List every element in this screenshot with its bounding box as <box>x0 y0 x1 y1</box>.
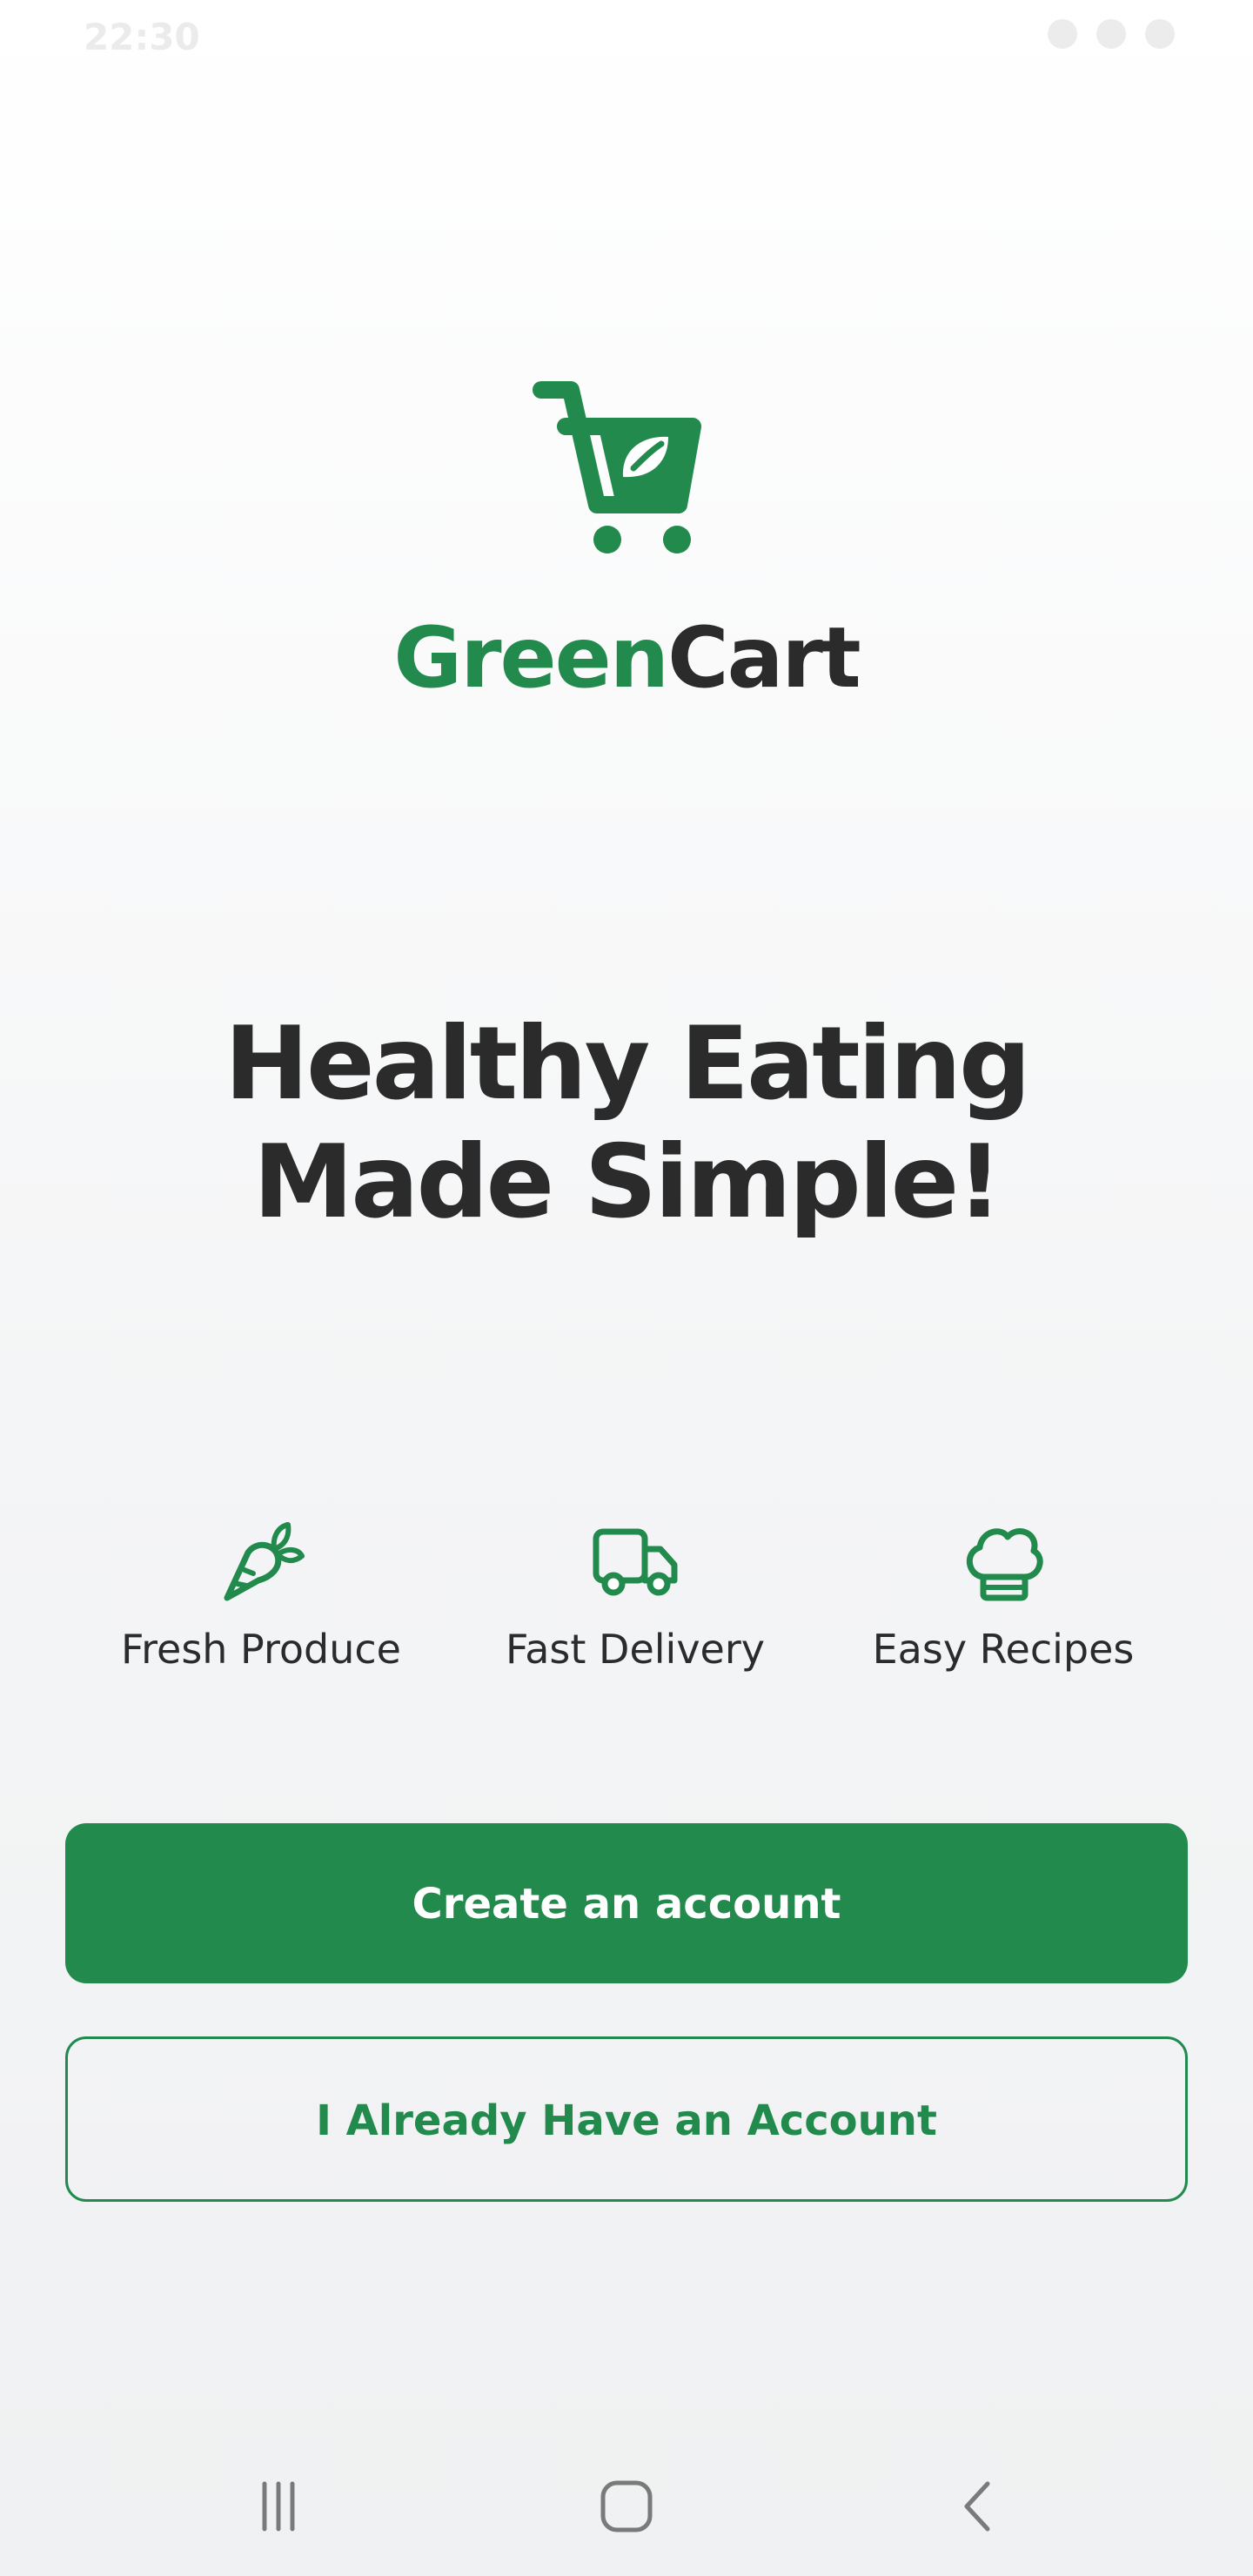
headline-line2: Made Simple! <box>252 1124 1002 1241</box>
back-icon <box>964 2481 990 2532</box>
status-time: 22:30 <box>84 16 200 58</box>
recents-icon <box>262 2481 295 2532</box>
already-have-account-button[interactable]: I Already Have an Account <box>65 2036 1188 2202</box>
feature-fresh-produce: Fresh Produce <box>78 1514 444 1673</box>
wifi-icon <box>1096 19 1126 49</box>
shopping-cart-icon <box>533 381 701 553</box>
create-account-button[interactable]: Create an account <box>65 1823 1188 1983</box>
signal-icon <box>1048 19 1077 49</box>
brand-name-part1: Green <box>393 609 669 707</box>
feature-label: Fresh Produce <box>121 1626 401 1673</box>
status-bar: 22:30 <box>0 0 1253 78</box>
back-button[interactable] <box>935 2472 1022 2541</box>
feature-fast-delivery: Fast Delivery <box>452 1514 818 1673</box>
truck-icon <box>593 1528 678 1596</box>
feature-easy-recipes: Easy Recipes <box>821 1514 1186 1673</box>
battery-icon <box>1145 19 1175 49</box>
home-button[interactable] <box>583 2472 670 2541</box>
status-icons <box>1048 19 1175 49</box>
navigation-bar <box>0 2437 1253 2576</box>
brand-name: GreenCart <box>0 609 1253 707</box>
recents-button[interactable] <box>235 2472 322 2541</box>
logo <box>0 374 1253 560</box>
features-row: Fresh Produce Fast Delivery Easy Recipes <box>0 1514 1253 1706</box>
brand-name-part2: Cart <box>667 609 861 707</box>
feature-label: Easy Recipes <box>872 1626 1135 1673</box>
headline-line1: Healthy Eating <box>224 1005 1031 1123</box>
feature-label: Fast Delivery <box>506 1626 765 1673</box>
home-icon <box>600 2480 653 2532</box>
chef-hat-icon <box>967 1528 1043 1601</box>
headline: Healthy Eating Made Simple! <box>0 1005 1253 1242</box>
carrot-icon <box>224 1522 305 1601</box>
